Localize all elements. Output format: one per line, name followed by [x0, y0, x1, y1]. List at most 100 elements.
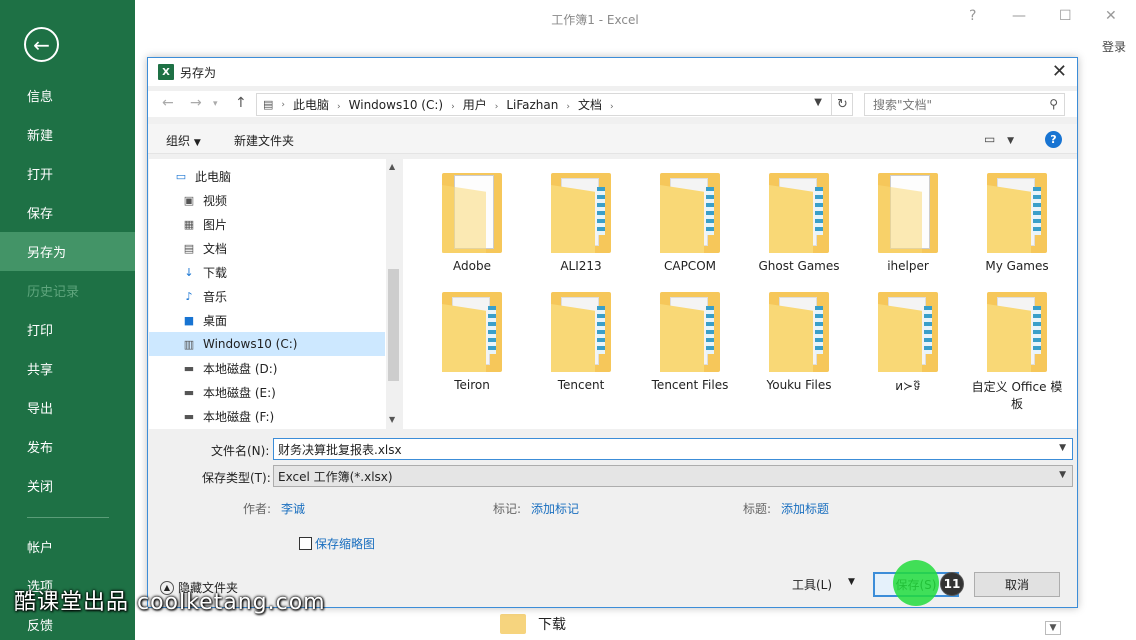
chevron-down-icon[interactable]: ▼: [848, 577, 855, 587]
recent-dropdown-icon[interactable]: ▾: [213, 99, 218, 109]
nav-tree-item[interactable]: ▬ 本地磁盘 (D:): [149, 356, 385, 380]
breadcrumb-item[interactable]: 文档: [578, 98, 602, 112]
crumb-separator-icon[interactable]: ›: [610, 102, 614, 112]
folder-icon: [987, 173, 1047, 253]
tools-button[interactable]: 工具(L): [792, 576, 832, 593]
crumb-separator-icon[interactable]: ›: [566, 102, 570, 112]
nav-scrollbar[interactable]: ▲ ▼: [386, 159, 401, 429]
author-value[interactable]: 李诚: [281, 500, 305, 517]
dialog-title: 另存为: [180, 65, 217, 80]
disk-icon: ▬: [183, 409, 195, 423]
scroll-up-icon[interactable]: ▲: [389, 162, 395, 171]
close-icon[interactable]: ✕: [1105, 8, 1117, 24]
chevron-down-icon[interactable]: ▼: [1059, 470, 1066, 480]
nav-item[interactable]: 打印: [0, 310, 135, 349]
nav-tree-item[interactable]: ▤ 文档: [149, 236, 385, 260]
breadcrumb-item[interactable]: 此电脑: [293, 98, 329, 112]
help-icon[interactable]: ?: [1045, 131, 1062, 148]
back-arrow-icon[interactable]: ←: [24, 27, 59, 62]
folder-item[interactable]: Teiron: [422, 292, 522, 392]
new-folder-button[interactable]: 新建文件夹: [234, 132, 294, 149]
desktop-icon: ■: [183, 313, 195, 327]
organize-button[interactable]: 组织 ▼: [166, 132, 201, 149]
folder-icon: [660, 292, 720, 372]
maximize-icon[interactable]: ☐: [1059, 8, 1072, 24]
help-icon[interactable]: ?: [969, 8, 976, 24]
nav-item[interactable]: 导出: [0, 388, 135, 427]
nav-item[interactable]: 另存为: [0, 232, 135, 271]
folder-label: ihelper: [887, 259, 929, 273]
folder-item[interactable]: Ghost Games: [749, 173, 849, 273]
nav-tree-item[interactable]: ♪ 音乐: [149, 284, 385, 308]
breadcrumb-item[interactable]: 用户: [463, 98, 487, 112]
folder-item[interactable]: 自定义 Office 模板: [967, 292, 1067, 412]
nav-item[interactable]: 发布: [0, 427, 135, 466]
disk-icon: ▬: [183, 385, 195, 399]
nav-tree-item[interactable]: ▭ 此电脑: [149, 164, 385, 188]
forward-icon[interactable]: →: [190, 95, 202, 111]
search-input[interactable]: 搜索"文档" ⚲: [864, 93, 1065, 116]
filename-input[interactable]: 财务决算批复报表.xlsx ▼: [273, 438, 1073, 460]
folder-item[interactable]: ihelper: [858, 173, 958, 273]
cancel-button[interactable]: 取消: [974, 572, 1060, 597]
nav-tree-item[interactable]: ■ 桌面: [149, 308, 385, 332]
nav-item[interactable]: 新建: [0, 115, 135, 154]
nav-item[interactable]: 保存: [0, 193, 135, 232]
crumb-separator-icon[interactable]: ›: [451, 102, 455, 112]
nav-tree-item[interactable]: ↓ 下载: [149, 260, 385, 284]
folder-item[interactable]: Tencent Files: [640, 292, 740, 392]
back-icon[interactable]: ←: [162, 95, 174, 111]
folder-label: Youku Files: [766, 378, 832, 392]
nav-item[interactable]: 打开: [0, 154, 135, 193]
thumbnail-checkbox[interactable]: [299, 537, 312, 550]
document-icon: ▤: [183, 241, 195, 255]
save-thumbnail-option[interactable]: 保存缩略图: [299, 535, 375, 552]
nav-tree-item[interactable]: ▥ Windows10 (C:): [149, 332, 385, 356]
folder-item[interactable]: My Games: [967, 173, 1067, 273]
folder-item[interactable]: Tencent: [531, 292, 631, 392]
breadcrumb-item[interactable]: Windows10 (C:): [349, 98, 443, 112]
nav-tree-item[interactable]: ▣ 视频: [149, 188, 385, 212]
nav-item[interactable]: 历史记录: [0, 271, 135, 310]
title-value[interactable]: 添加标题: [781, 500, 829, 517]
crumb-separator-icon[interactable]: ›: [337, 102, 341, 112]
folder-item[interactable]: ALI213: [531, 173, 631, 273]
view-options-button[interactable]: ▭ ▼: [984, 132, 1014, 146]
crumb-separator-icon[interactable]: ›: [281, 100, 285, 110]
folder-label: Tencent Files: [651, 378, 729, 392]
up-folder-icon[interactable]: ↑: [235, 95, 247, 111]
scroll-thumb[interactable]: [388, 269, 399, 381]
folder-item[interactable]: и≻ទ៊: [858, 292, 958, 396]
nav-item[interactable]: 信息: [0, 76, 135, 115]
scroll-down-icon[interactable]: ▼: [1045, 621, 1061, 635]
nav-tree-item[interactable]: ▬ 本地磁盘 (F:): [149, 404, 385, 428]
chevron-down-icon[interactable]: ▼: [1059, 443, 1066, 453]
chevron-down-icon: ▼: [1007, 136, 1015, 146]
music-icon: ♪: [185, 289, 193, 303]
folder-label: My Games: [985, 259, 1049, 273]
folder-item[interactable]: Youku Files: [749, 292, 849, 392]
nav-item[interactable]: 共享: [0, 349, 135, 388]
nav-tree-label: 本地磁盘 (F:): [203, 409, 275, 424]
folder-icon: [442, 292, 502, 372]
address-bar[interactable]: ▤ › 此电脑 › Windows10 (C:) › 用户 › LiFazhan › 文档 › ▼: [256, 93, 853, 116]
nav-item[interactable]: 关闭: [0, 466, 135, 505]
folder-item[interactable]: CAPCOM: [640, 173, 740, 273]
crumb-separator-icon[interactable]: ›: [495, 102, 499, 112]
breadcrumb-item[interactable]: LiFazhan: [506, 98, 558, 112]
folder-item[interactable]: Adobe: [422, 173, 522, 273]
minimize-icon[interactable]: —: [1012, 8, 1026, 24]
filetype-select[interactable]: Excel 工作簿(*.xlsx) ▼: [273, 465, 1073, 487]
address-dropdown-icon[interactable]: ▼: [814, 97, 822, 108]
signin-link[interactable]: 登录: [1102, 38, 1126, 55]
nav-tree-item[interactable]: ▬ 本地磁盘 (E:): [149, 380, 385, 404]
nav-item[interactable]: 帐户: [0, 527, 135, 566]
refresh-icon[interactable]: ↻: [831, 93, 853, 116]
window-title: 工作簿1 - Excel: [551, 13, 639, 27]
scroll-down-icon[interactable]: ▼: [389, 415, 395, 424]
dialog-close-icon[interactable]: ✕: [1052, 61, 1067, 82]
nav-tree-label: Windows10 (C:): [203, 337, 298, 351]
tags-value[interactable]: 添加标记: [531, 500, 579, 517]
nav-tree-item[interactable]: ▦ 图片: [149, 212, 385, 236]
folder-icon: [500, 614, 526, 634]
